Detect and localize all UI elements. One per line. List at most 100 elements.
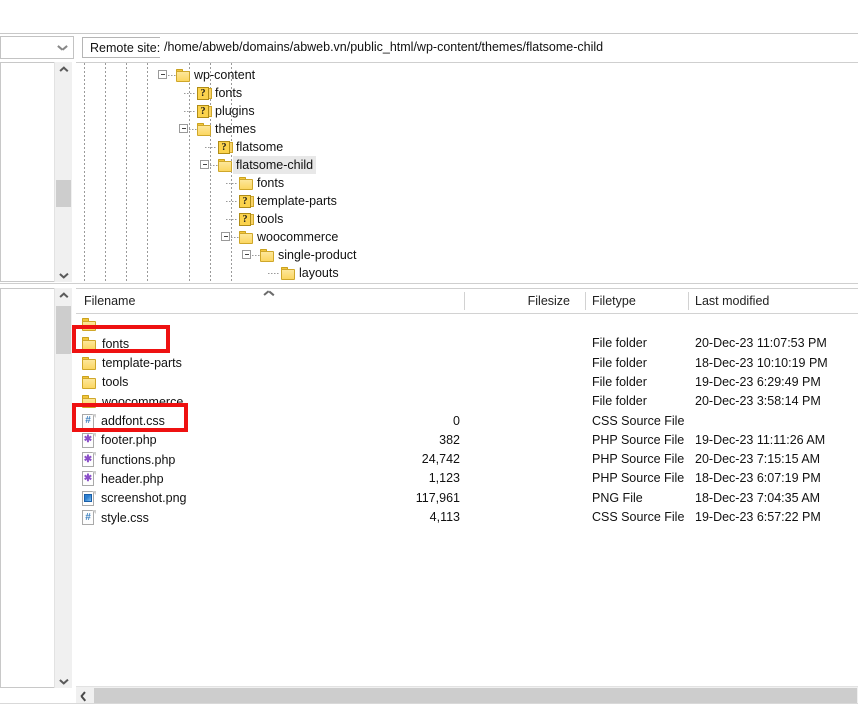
tree-expander-collapse[interactable] (200, 160, 209, 169)
tree-item-themes[interactable]: themes (197, 120, 259, 138)
toolbar-divider (0, 33, 858, 34)
folder-icon (82, 376, 97, 389)
file-list-row[interactable]: ✱header.php1,123PHP Source File18-Dec-23… (76, 469, 858, 488)
scroll-left-button[interactable] (76, 687, 93, 704)
scroll-up-button[interactable] (55, 62, 72, 79)
tree-expander-collapse[interactable] (179, 124, 188, 133)
folder-unknown-icon: ? (197, 105, 212, 118)
file-list-row[interactable]: ✱footer.php382PHP Source File19-Dec-23 1… (76, 431, 858, 450)
remote-directory-tree[interactable]: wp-content?fonts?pluginsthemes?flatsomef… (76, 62, 858, 282)
file-list-row[interactable]: woocommerceFile folder20-Dec-23 3:58:14 … (76, 392, 858, 411)
tree-expander-collapse[interactable] (242, 250, 251, 259)
file-name-cell[interactable]: woocommerce (82, 392, 183, 411)
file-list-row[interactable]: fontsFile folder20-Dec-23 11:07:53 PM (76, 334, 858, 353)
folder-icon (281, 267, 296, 280)
css-file-icon: # (82, 414, 96, 429)
tree-item-flatsome[interactable]: ?flatsome (218, 138, 286, 156)
file-size-cell: 117,961 (340, 489, 460, 508)
file-name-label: template-parts (102, 356, 182, 370)
column-divider[interactable] (688, 292, 689, 310)
file-name-label: fonts (102, 337, 129, 351)
file-size-cell (340, 373, 460, 392)
tree-item-label: woocommerce (254, 228, 341, 246)
file-name-cell[interactable]: #style.css (82, 508, 149, 527)
scroll-down-button[interactable] (55, 265, 72, 282)
column-header-filename[interactable]: Filename (84, 289, 135, 313)
file-list-row[interactable]: #addfont.css0CSS Source File (76, 412, 858, 431)
column-divider[interactable] (585, 292, 586, 310)
file-name-cell[interactable]: fonts (82, 334, 129, 353)
file-list-row[interactable]: screenshot.png117,961PNG File18-Dec-23 7… (76, 489, 858, 508)
file-size-cell (340, 315, 460, 334)
sort-ascending-icon (264, 292, 273, 298)
png-file-icon (82, 491, 96, 506)
file-name-label: screenshot.png (101, 491, 186, 505)
tree-item-flatsome-child[interactable]: flatsome-child (218, 156, 316, 174)
file-name-cell[interactable]: ✱header.php (82, 469, 164, 488)
caret-up-icon (60, 295, 68, 300)
folder-unknown-icon: ? (218, 141, 233, 154)
scrollbar-thumb[interactable] (56, 180, 71, 207)
file-type-cell: File folder (592, 373, 647, 392)
tree-guide-lines (76, 63, 858, 282)
file-name-cell[interactable]: screenshot.png (82, 489, 186, 508)
scroll-down-button[interactable] (55, 671, 72, 688)
remote-site-path-input[interactable]: /home/abweb/domains/abweb.vn/public_html… (160, 37, 856, 58)
column-divider[interactable] (464, 292, 465, 310)
tree-item-label: layouts (296, 264, 342, 282)
scrollbar-thumb[interactable] (94, 688, 857, 703)
chevron-down-icon (58, 45, 67, 51)
file-list-header: Filename Filesize Filetype Last modified (76, 289, 858, 313)
tree-item-label: fonts (254, 174, 287, 192)
file-list-row[interactable]: ✱functions.php24,742PHP Source File20-De… (76, 450, 858, 469)
list-vertical-scrollbar[interactable] (54, 288, 72, 688)
file-size-cell: 382 (340, 431, 460, 450)
folder-icon (82, 318, 97, 331)
file-name-cell[interactable]: template-parts (82, 354, 182, 373)
file-name-cell[interactable]: tools (82, 373, 128, 392)
tree-item-fonts[interactable]: ?fonts (197, 84, 245, 102)
column-header-filetype[interactable]: Filetype (592, 289, 636, 313)
tree-item-plugins[interactable]: ?plugins (197, 102, 258, 120)
tree-item-tools[interactable]: ?tools (239, 210, 286, 228)
tree-item-woocommerce[interactable]: woocommerce (239, 228, 341, 246)
file-modified-cell: 18-Dec-23 6:07:19 PM (695, 469, 821, 488)
folder-icon (218, 159, 233, 172)
tree-vertical-scrollbar[interactable] (54, 62, 72, 282)
file-list-row[interactable]: toolsFile folder19-Dec-23 6:29:49 PM (76, 373, 858, 392)
file-size-cell (340, 334, 460, 353)
remote-file-list[interactable]: Filename Filesize Filetype Last modified… (76, 288, 858, 688)
file-size-cell: 24,742 (340, 450, 460, 469)
tree-expander-collapse[interactable] (158, 70, 167, 79)
tree-item-fonts[interactable]: fonts (239, 174, 287, 192)
file-name-label: functions.php (101, 453, 175, 467)
filezilla-window: Remote site: /home/abweb/domains/abweb.v… (0, 0, 858, 710)
tree-item-label: template-parts (254, 192, 340, 210)
file-modified-cell: 20-Dec-23 3:58:14 PM (695, 392, 821, 411)
tree-item-wp-content[interactable]: wp-content (176, 66, 258, 84)
file-list-row[interactable]: template-partsFile folder18-Dec-23 10:10… (76, 354, 858, 373)
host-combo-box[interactable] (0, 36, 74, 59)
tree-item-template-parts[interactable]: ?template-parts (239, 192, 340, 210)
tree-item-label: wp-content (191, 66, 258, 84)
file-name-cell[interactable]: #addfont.css (82, 412, 165, 431)
tree-item-single-product[interactable]: single-product (260, 246, 360, 264)
file-name-cell[interactable]: ✱footer.php (82, 431, 157, 450)
panel-splitter[interactable] (0, 283, 858, 284)
list-horizontal-scrollbar[interactable] (76, 686, 858, 704)
file-list-row[interactable] (76, 315, 858, 334)
column-header-modified[interactable]: Last modified (695, 289, 769, 313)
tree-item-layouts[interactable]: layouts (281, 264, 342, 282)
file-name-cell[interactable] (82, 315, 102, 334)
folder-unknown-icon: ? (197, 87, 212, 100)
column-header-filesize[interactable]: Filesize (508, 289, 570, 313)
scroll-up-button[interactable] (55, 288, 72, 305)
scrollbar-thumb[interactable] (56, 306, 71, 354)
file-modified-cell: 20-Dec-23 11:07:53 PM (695, 334, 827, 353)
caret-down-icon (60, 678, 68, 683)
file-name-cell[interactable]: ✱functions.php (82, 450, 175, 469)
tree-expander-collapse[interactable] (221, 232, 230, 241)
file-list-row[interactable]: #style.css4,113CSS Source File19-Dec-23 … (76, 508, 858, 527)
tree-item-label: flatsome (233, 138, 286, 156)
file-type-cell: File folder (592, 354, 647, 373)
